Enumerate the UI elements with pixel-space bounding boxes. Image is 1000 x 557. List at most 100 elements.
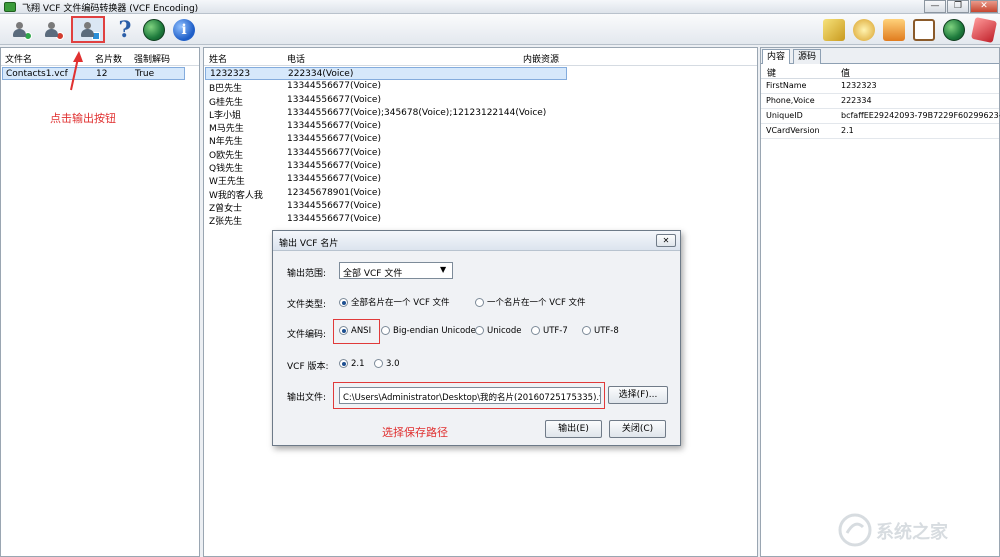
export-button[interactable] xyxy=(71,16,105,43)
tool-button-3[interactable] xyxy=(880,16,908,43)
detail-row[interactable]: UniqueID bcfaffEE29242093-79B7229F6029962… xyxy=(761,109,1000,124)
export-contact-icon xyxy=(79,21,100,40)
radio-icon xyxy=(475,298,484,307)
contact-name: M马先生 xyxy=(209,124,244,135)
detail-row[interactable]: Phone,Voice 222334 xyxy=(761,94,999,109)
encoding-ansi[interactable]: ANSI xyxy=(339,326,371,336)
help-button[interactable]: ? xyxy=(111,16,139,43)
contact-name: N年先生 xyxy=(209,137,243,148)
col-phone[interactable]: 电话 xyxy=(287,52,305,65)
col-name[interactable]: 姓名 xyxy=(209,52,227,65)
annotation-choose-path: 选择保存路径 xyxy=(382,426,448,439)
type-option-per-card[interactable]: 一个名片在一个 VCF 文件 xyxy=(475,296,586,308)
remove-contact-icon xyxy=(43,21,64,40)
remove-file-button[interactable] xyxy=(38,16,66,43)
col-key[interactable]: 键 xyxy=(767,66,776,79)
col-filename[interactable]: 文件名 xyxy=(5,52,32,65)
dialog-close-button[interactable]: 关闭(C) xyxy=(609,420,666,438)
tool-button-6[interactable] xyxy=(970,16,998,43)
window-title: 飞翔 VCF 文件编码转换器 (VCF Encoding) xyxy=(22,4,199,14)
globe-icon xyxy=(143,18,165,41)
clipboard-icon xyxy=(913,18,935,41)
encoding-unicode[interactable]: Unicode xyxy=(475,326,521,336)
table-row[interactable]: M马先生 13344556677(Voice) xyxy=(205,120,756,135)
annotation-click-output: 点击输出按钮 xyxy=(50,112,116,125)
title-bar: 飞翔 VCF 文件编码转换器 (VCF Encoding) — ❐ ✕ xyxy=(0,0,1000,14)
detail-rows: FirstName 1232323 Phone,Voice 222334 UniqueI… xyxy=(761,79,1000,139)
contact-rows: 1232323 222334(Voice) B巴先生 13344556677(Voic… xyxy=(204,67,757,227)
table-row[interactable]: Z曾女士 13344556677(Voice) xyxy=(205,200,756,214)
detail-header: 键 值 xyxy=(761,64,999,79)
detail-key: UniqueID xyxy=(766,111,803,120)
table-row[interactable]: Contacts1.vcf 12 True xyxy=(2,67,185,81)
tool-button-4[interactable] xyxy=(910,16,938,43)
dialog-close-icon[interactable]: ✕ xyxy=(656,234,676,247)
table-row[interactable]: N年先生 13344556677(Voice) xyxy=(205,133,756,148)
add-file-button[interactable] xyxy=(6,16,34,43)
table-row[interactable]: Q钱先生 13344556677(Voice) xyxy=(205,160,756,174)
version-3-0[interactable]: 3.0 xyxy=(374,359,400,369)
contact-phone: 13344556677(Voice) xyxy=(287,161,381,172)
tool-button-5[interactable] xyxy=(940,16,968,43)
watermark-logo-icon xyxy=(838,513,872,547)
detail-value: bcfaffEE29242093-79B7229F60299623-4 xyxy=(841,111,1000,120)
tool-button-2[interactable] xyxy=(850,16,878,43)
detail-row[interactable]: VCardVersion 2.1 xyxy=(761,124,999,139)
type-option-single-file[interactable]: 全部名片在一个 VCF 文件 xyxy=(339,296,450,308)
contact-list-header: 姓名 电话 内嵌资源 xyxy=(204,48,757,66)
web-button[interactable] xyxy=(140,16,168,43)
earth-icon xyxy=(943,18,965,41)
table-row[interactable]: Z张先生 13344556677(Voice) xyxy=(205,213,756,228)
maximize-button[interactable]: ❐ xyxy=(947,0,969,13)
col-value[interactable]: 值 xyxy=(841,66,850,79)
toolbar: ? i xyxy=(0,14,1000,45)
output-file-input[interactable]: C:\Users\Administrator\Desktop\我的名片(2016… xyxy=(339,387,601,404)
tab-source[interactable]: 源码 xyxy=(793,49,822,64)
table-row[interactable]: W我的客人我 12345678901(Voice) xyxy=(205,187,756,201)
col-embedded[interactable]: 内嵌资源 xyxy=(523,52,559,65)
detail-value: 2.1 xyxy=(841,126,854,135)
browse-button[interactable]: 选择(F)... xyxy=(608,386,668,404)
col-card-count[interactable]: 名片数 xyxy=(95,52,122,65)
tab-content[interactable]: 内容 xyxy=(762,49,791,65)
contact-phone: 13344556677(Voice) xyxy=(287,121,381,132)
detail-tabs: 内容 源码 xyxy=(761,48,999,65)
encoding-utf7[interactable]: UTF-7 xyxy=(531,326,568,336)
contact-phone: 13344556677(Voice) xyxy=(287,134,381,145)
about-button[interactable]: i xyxy=(170,16,198,43)
question-icon: ? xyxy=(118,16,132,43)
output-button[interactable]: 输出(E) xyxy=(545,420,602,438)
contact-name: G桂先生 xyxy=(209,97,243,108)
detail-value: 1232323 xyxy=(841,81,877,90)
encoding-big-endian-unicode[interactable]: Big-endian Unicode xyxy=(381,326,476,336)
col-force-decode[interactable]: 强制解码 xyxy=(134,52,170,65)
encoding-label: 文件编码: xyxy=(287,330,327,340)
table-row[interactable]: L李小姐 13344556677(Voice);345678(Voice);121… xyxy=(205,107,756,121)
table-row[interactable]: O欧先生 13344556677(Voice) xyxy=(205,147,756,161)
info-icon: i xyxy=(173,18,195,41)
file-list-header: 文件名 名片数 强制解码 xyxy=(1,48,199,66)
contact-name: Z曾女士 xyxy=(209,203,243,214)
minimize-button[interactable]: — xyxy=(924,0,946,13)
radio-icon xyxy=(475,326,484,335)
version-2-1[interactable]: 2.1 xyxy=(339,359,365,369)
edit-button[interactable] xyxy=(820,16,848,43)
contact-name: L李小姐 xyxy=(209,110,242,121)
close-button[interactable]: ✕ xyxy=(970,0,998,13)
type-label: 文件类型: xyxy=(287,300,327,310)
table-row[interactable]: 1232323 222334(Voice) xyxy=(205,67,567,81)
contact-name: Z张先生 xyxy=(209,217,243,228)
table-row[interactable]: B巴先生 13344556677(Voice) xyxy=(205,80,756,94)
range-select[interactable]: 全部 VCF 文件 ▼ xyxy=(339,262,453,279)
detail-key: Phone,Voice xyxy=(766,96,815,105)
contact-phone: 13344556677(Voice) xyxy=(287,200,381,211)
encoding-utf8[interactable]: UTF-8 xyxy=(582,326,619,336)
table-row[interactable]: W王先生 13344556677(Voice) xyxy=(205,173,756,187)
detail-key: FirstName xyxy=(766,81,807,90)
table-row[interactable]: G桂先生 13344556677(Voice) xyxy=(205,94,756,108)
export-vcf-dialog: 输出 VCF 名片 ✕ 输出范围: 全部 VCF 文件 ▼ 文件类型: 全部名片… xyxy=(272,230,681,446)
stamp-icon xyxy=(970,16,998,43)
annotation-arrow xyxy=(70,51,83,91)
detail-key: VCardVersion xyxy=(766,126,820,135)
detail-row[interactable]: FirstName 1232323 xyxy=(761,79,999,94)
